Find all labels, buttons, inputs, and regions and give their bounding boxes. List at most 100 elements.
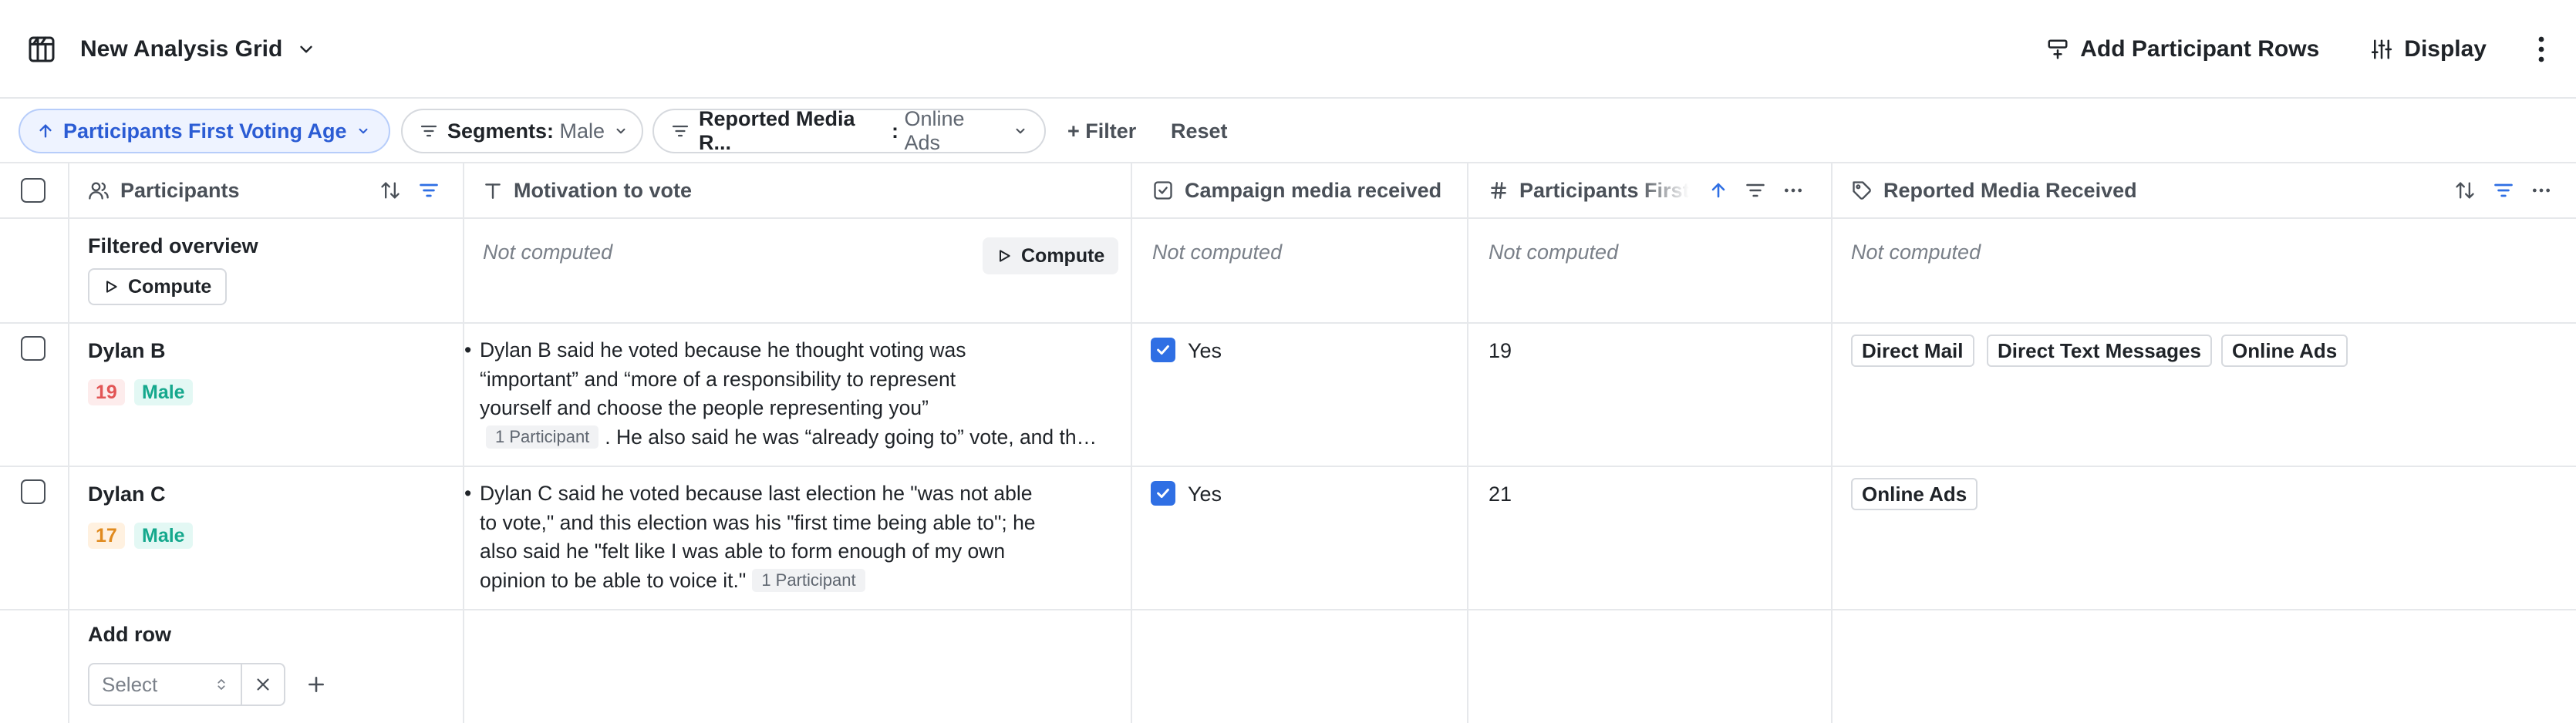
- play-icon: [106, 281, 117, 293]
- chevron-down-icon: [1016, 128, 1025, 134]
- participant-name[interactable]: Dylan B: [88, 339, 166, 363]
- more-horizontal-icon[interactable]: [2531, 180, 2551, 200]
- first-voting-age-value[interactable]: 19: [1489, 339, 1512, 363]
- reset-filters-button[interactable]: Reset: [1171, 109, 1228, 153]
- sliders-icon: [2372, 39, 2392, 59]
- motivation-line: 1 Participant. He also said he was “alre…: [480, 423, 1104, 452]
- gender-badge: Male: [134, 523, 193, 549]
- filter-lines-icon: [672, 125, 689, 137]
- add-row-plus-button[interactable]: [304, 672, 329, 697]
- first-voting-age-value[interactable]: 21: [1489, 483, 1512, 506]
- not-computed-text: Not computed: [1851, 240, 1981, 264]
- col-divider[interactable]: [1131, 163, 1132, 723]
- sort-icon[interactable]: [379, 180, 401, 201]
- motivation-line: yourself and choose the people represent…: [480, 396, 929, 419]
- row-divider: [0, 609, 2576, 610]
- age-badge: 19: [88, 379, 125, 405]
- select-all-checkbox[interactable]: [21, 178, 46, 203]
- column-header-label: Reported Media Received: [1883, 178, 2137, 202]
- filter-lines-icon: [420, 125, 437, 137]
- filtered-overview-title: Filtered overview: [88, 234, 258, 257]
- filter-lines-icon[interactable]: [418, 180, 440, 201]
- sort-chip-label: Participants First Voting Age: [63, 119, 347, 143]
- column-header-first-voting-age[interactable]: Participants First Voting Age: [1489, 163, 1689, 217]
- chevron-down-icon[interactable]: [296, 39, 316, 59]
- column-header-label: Participants First Voting Age: [1519, 178, 1689, 202]
- media-received-value: Yes: [1188, 339, 1222, 362]
- media-received-value: Yes: [1188, 483, 1222, 506]
- not-computed-text: Not computed: [483, 240, 613, 264]
- column-header-campaign-media[interactable]: Campaign media received: [1152, 163, 1461, 217]
- add-participant-rows-label: Add Participant Rows: [2080, 36, 2320, 62]
- media-received-checkbox[interactable]: [1151, 338, 1175, 362]
- chevron-updown-icon: [217, 679, 225, 690]
- analysis-grid: Participants Motivation to vote Campaign…: [0, 163, 2576, 723]
- bullet: •: [464, 482, 472, 505]
- motivation-line: to vote," and this election was his "fir…: [480, 510, 1036, 534]
- grid-title-group[interactable]: New Analysis Grid: [26, 29, 316, 69]
- media-tag: Direct Text Messages: [1987, 335, 2212, 367]
- filter-lines-icon[interactable]: [1745, 180, 1766, 201]
- not-computed-text: Not computed: [1489, 240, 1619, 264]
- clear-select-button[interactable]: [241, 663, 285, 706]
- participant-pill[interactable]: 1 Participant: [486, 425, 599, 449]
- column-header-participants[interactable]: Participants: [88, 163, 366, 217]
- age-badge: 17: [88, 523, 125, 549]
- column-header-reported-media[interactable]: Reported Media Received: [1851, 163, 2237, 217]
- segments-filter-chip[interactable]: Segments: Male: [401, 109, 643, 153]
- chevron-down-icon: [616, 128, 625, 134]
- first-voting-age-header-actions: [1692, 163, 1803, 217]
- more-vertical-icon[interactable]: [2530, 34, 2553, 65]
- motivation-line: opinion to be able to voice it." 1 Partic…: [480, 567, 1120, 596]
- participant-pill[interactable]: 1 Participant: [752, 568, 865, 592]
- column-header-label: Participants: [120, 178, 240, 202]
- segments-value: Male: [559, 119, 605, 143]
- row-divider: [0, 466, 2576, 467]
- col-divider[interactable]: [1467, 163, 1468, 723]
- motivation-cell[interactable]: • Dylan B said he voted because he thoug…: [464, 336, 1120, 452]
- filter-lines-icon[interactable]: [2493, 180, 2514, 201]
- check-icon: [1157, 345, 1169, 355]
- row-divider: [0, 322, 2576, 324]
- participant-select[interactable]: Select: [88, 663, 242, 706]
- motivation-cell[interactable]: • Dylan C said he voted because last ele…: [464, 479, 1120, 596]
- arrow-up-icon[interactable]: [1709, 181, 1728, 200]
- compute-motivation-button[interactable]: Compute: [983, 237, 1119, 274]
- media-tag: Direct Mail: [1851, 335, 1974, 367]
- media-filter-label: Reported Media R...: [699, 107, 855, 154]
- add-row-title: Add row: [88, 623, 171, 646]
- motivation-line: Dylan C said he voted because last elect…: [480, 482, 1033, 505]
- sort-chip[interactable]: Participants First Voting Age: [19, 109, 390, 153]
- plus-icon: [309, 677, 324, 692]
- motivation-line: Dylan B said he voted because he thought…: [480, 338, 966, 362]
- grid-icon: [26, 34, 57, 65]
- compute-label: Compute: [1021, 244, 1105, 267]
- not-computed-text: Not computed: [1152, 240, 1283, 264]
- add-participant-rows-button[interactable]: Add Participant Rows: [2046, 36, 2319, 62]
- compute-overview-button[interactable]: Compute: [88, 268, 228, 305]
- row-checkbox[interactable]: [21, 336, 46, 361]
- display-button[interactable]: Display: [2370, 36, 2487, 62]
- row-checkbox[interactable]: [21, 479, 46, 504]
- chevron-down-icon: [359, 128, 368, 134]
- col-divider[interactable]: [1831, 163, 1833, 723]
- tag-icon: [1851, 180, 1873, 201]
- add-filter-button[interactable]: + Filter: [1067, 109, 1136, 153]
- reported-media-header-actions: [2437, 163, 2551, 217]
- column-header-motivation[interactable]: Motivation to vote: [483, 163, 1115, 217]
- media-filter-chip[interactable]: Reported Media R...: Online Ads: [652, 107, 1046, 154]
- motivation-line: “important” and “more of a responsibilit…: [480, 367, 956, 391]
- select-placeholder: Select: [102, 672, 158, 696]
- sort-icon[interactable]: [2454, 180, 2476, 201]
- user-icon: [88, 180, 110, 201]
- col-divider[interactable]: [463, 163, 464, 723]
- close-icon: [257, 678, 269, 691]
- media-received-checkbox[interactable]: [1151, 481, 1175, 506]
- more-horizontal-icon[interactable]: [1783, 180, 1803, 200]
- participant-name[interactable]: Dylan C: [88, 483, 166, 506]
- checkbox-type-icon: [1152, 180, 1174, 201]
- text-type-icon: [483, 180, 503, 200]
- header-actions: Add Participant Rows Display: [2046, 29, 2553, 69]
- participants-header-actions: [362, 163, 440, 217]
- media-tag: Online Ads: [2221, 335, 2348, 367]
